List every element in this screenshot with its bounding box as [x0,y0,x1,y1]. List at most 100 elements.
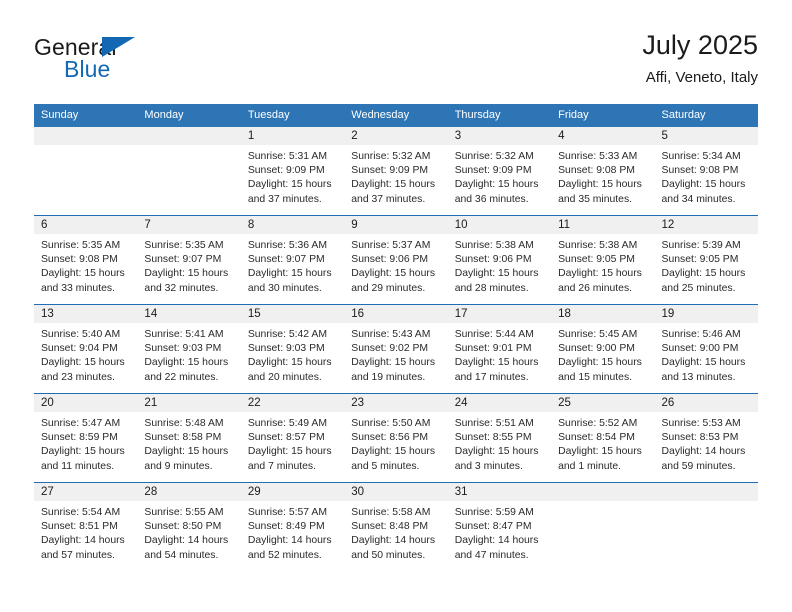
day-details: Sunrise: 5:44 AM Sunset: 9:01 PM Daylight:… [448,323,551,385]
daylight-text-cont: and 28 minutes. [454,282,529,294]
calendar-day-cell[interactable]: 31 Sunrise: 5:59 AM Sunset: 8:47 PM Dayligh… [447,482,552,571]
calendar-day-cell[interactable]: 14 Sunrise: 5:41 AM Sunset: 9:03 PM Dayligh… [137,304,241,394]
sunset-text: Sunset: 9:05 PM [558,254,635,266]
daylight-text: Daylight: 15 hours [351,357,436,369]
day-number [137,127,241,145]
calendar-day-cell[interactable]: 7 Sunrise: 5:35 AM Sunset: 9:07 PM Daylight… [137,215,241,305]
sunset-text: Sunset: 9:00 PM [558,343,635,355]
calendar-day-cell[interactable]: 13 Sunrise: 5:40 AM Sunset: 9:04 PM Dayligh… [34,304,138,394]
calendar-day-cell[interactable]: 15 Sunrise: 5:42 AM Sunset: 9:03 PM Dayligh… [240,304,345,394]
calendar-day-cell[interactable]: 6 Sunrise: 5:35 AM Sunset: 9:08 PM Daylight… [34,215,138,305]
calendar-day-cell[interactable]: 20 Sunrise: 5:47 AM Sunset: 8:59 PM Dayligh… [34,393,138,483]
daylight-text: Daylight: 15 hours [558,446,642,458]
calendar-day-cell[interactable]: 30 Sunrise: 5:58 AM Sunset: 8:48 PM Dayligh… [344,482,448,571]
calendar-week-row: 27 Sunrise: 5:54 AM Sunset: 8:51 PM Dayligh… [34,482,758,571]
day-details: Sunrise: 5:35 AM Sunset: 9:07 PM Daylight:… [137,234,240,296]
calendar-day-cell[interactable]: 25 Sunrise: 5:52 AM Sunset: 8:54 PM Dayligh… [551,393,655,483]
day-details: Sunrise: 5:41 AM Sunset: 9:03 PM Daylight:… [137,323,240,385]
calendar-day-cell[interactable]: 11 Sunrise: 5:38 AM Sunset: 9:05 PM Dayligh… [551,215,655,305]
calendar-day-cell[interactable]: 5 Sunrise: 5:34 AM Sunset: 9:08 PM Daylight… [654,127,758,216]
day-number: 3 [447,127,552,145]
sunset-text: Sunset: 8:56 PM [351,432,429,444]
sunset-text: Sunset: 9:07 PM [144,254,222,266]
sunrise-text: Sunrise: 5:46 AM [661,329,741,340]
sunrise-text: Sunrise: 5:57 AM [247,507,327,518]
calendar-day-cell[interactable]: 3 Sunrise: 5:32 AM Sunset: 9:09 PM Daylight… [447,127,552,216]
page-title: July 2025 [642,30,758,60]
daylight-text-cont: and 37 minutes. [247,193,322,205]
day-number: 5 [654,127,758,145]
calendar-day-cell[interactable]: 12 Sunrise: 5:39 AM Sunset: 9:05 PM Dayligh… [654,215,758,305]
general-blue-logo[interactable]: General Blue [34,34,244,92]
calendar-day-cell[interactable]: 26 Sunrise: 5:53 AM Sunset: 8:53 PM Dayligh… [654,393,758,483]
day-number: 7 [137,216,241,234]
daylight-text-cont: and 26 minutes. [558,282,633,294]
calendar-day-cell[interactable]: 9 Sunrise: 5:37 AM Sunset: 9:06 PM Daylight… [344,215,448,305]
sunset-text: Sunset: 9:08 PM [661,165,739,177]
sunset-text: Sunset: 9:04 PM [41,343,118,355]
calendar-day-cell[interactable]: 22 Sunrise: 5:49 AM Sunset: 8:57 PM Dayligh… [240,393,345,483]
calendar-day-cell-empty [34,127,138,216]
daylight-text-cont: and 52 minutes. [247,549,322,561]
sunrise-text: Sunrise: 5:49 AM [247,418,327,429]
sunrise-text: Sunrise: 5:44 AM [454,329,534,340]
sunrise-text: Sunrise: 5:59 AM [454,507,534,518]
daylight-text: Daylight: 15 hours [558,357,642,369]
weekday-header-saturday: Saturday [654,104,758,127]
daylight-text: Daylight: 15 hours [454,179,539,191]
calendar-day-cell[interactable]: 4 Sunrise: 5:33 AM Sunset: 9:08 PM Daylight… [551,127,655,216]
calendar-day-cell[interactable]: 8 Sunrise: 5:36 AM Sunset: 9:07 PM Daylight… [240,215,345,305]
day-details: Sunrise: 5:57 AM Sunset: 8:49 PM Daylight:… [241,501,344,563]
weekday-header-thursday: Thursday [447,104,552,127]
day-details: Sunrise: 5:37 AM Sunset: 9:06 PM Daylight:… [344,234,447,296]
calendar-day-cell[interactable]: 16 Sunrise: 5:43 AM Sunset: 9:02 PM Dayligh… [344,304,448,394]
calendar-header-row: Sunday Monday Tuesday Wednesday Thursday Frid… [34,104,758,127]
calendar-week-row: 13 Sunrise: 5:40 AM Sunset: 9:04 PM Dayligh… [34,304,758,394]
sunrise-text: Sunrise: 5:54 AM [41,507,121,518]
daylight-text: Daylight: 15 hours [558,179,642,191]
calendar-day-cell[interactable]: 10 Sunrise: 5:38 AM Sunset: 9:06 PM Dayligh… [447,215,552,305]
daylight-text-cont: and 57 minutes. [41,549,115,561]
day-details: Sunrise: 5:46 AM Sunset: 9:00 PM Daylight:… [655,323,758,385]
daylight-text: Daylight: 15 hours [41,357,125,369]
day-number: 12 [654,216,758,234]
calendar-day-cell[interactable]: 17 Sunrise: 5:44 AM Sunset: 9:01 PM Dayligh… [447,304,552,394]
daylight-text: Daylight: 14 hours [41,535,125,547]
calendar-day-cell[interactable]: 24 Sunrise: 5:51 AM Sunset: 8:55 PM Dayligh… [447,393,552,483]
calendar-day-cell[interactable]: 21 Sunrise: 5:48 AM Sunset: 8:58 PM Dayligh… [137,393,241,483]
day-details: Sunrise: 5:51 AM Sunset: 8:55 PM Daylight:… [448,412,551,474]
calendar-day-cell-empty [551,482,655,571]
day-details: Sunrise: 5:49 AM Sunset: 8:57 PM Daylight:… [241,412,344,474]
day-number [34,127,138,145]
daylight-text-cont: and 30 minutes. [247,282,322,294]
sunset-text: Sunset: 9:08 PM [558,165,635,177]
daylight-text: Daylight: 15 hours [247,446,332,458]
calendar-day-cell-empty [654,482,758,571]
daylight-text: Daylight: 15 hours [144,357,229,369]
sunset-text: Sunset: 8:48 PM [351,521,429,533]
daylight-text-cont: and 11 minutes. [41,460,115,472]
sunset-text: Sunset: 9:06 PM [454,254,532,266]
calendar-day-cell[interactable]: 19 Sunrise: 5:46 AM Sunset: 9:00 PM Dayligh… [654,304,758,394]
calendar-day-cell[interactable]: 2 Sunrise: 5:32 AM Sunset: 9:09 PM Daylight… [344,127,448,216]
day-details: Sunrise: 5:50 AM Sunset: 8:56 PM Daylight:… [344,412,447,474]
daylight-text: Daylight: 15 hours [454,446,539,458]
daylight-text: Daylight: 15 hours [454,268,539,280]
calendar-day-cell[interactable]: 27 Sunrise: 5:54 AM Sunset: 8:51 PM Dayligh… [34,482,138,571]
daylight-text-cont: and 29 minutes. [351,282,426,294]
daylight-text-cont: and 1 minute. [558,460,622,472]
calendar-day-cell-empty [137,127,241,216]
calendar-day-cell[interactable]: 23 Sunrise: 5:50 AM Sunset: 8:56 PM Dayligh… [344,393,448,483]
daylight-text-cont: and 34 minutes. [661,193,736,205]
calendar-day-cell[interactable]: 18 Sunrise: 5:45 AM Sunset: 9:00 PM Dayligh… [551,304,655,394]
calendar-day-cell[interactable]: 29 Sunrise: 5:57 AM Sunset: 8:49 PM Dayligh… [240,482,345,571]
weekday-header-monday: Monday [137,104,241,127]
day-number: 21 [137,394,241,412]
weekday-header-tuesday: Tuesday [240,104,345,127]
calendar-day-cell[interactable]: 1 Sunrise: 5:31 AM Sunset: 9:09 PM Daylight… [240,127,345,216]
sunset-text: Sunset: 9:09 PM [351,165,429,177]
daylight-text-cont: and 22 minutes. [144,371,219,383]
daylight-text-cont: and 54 minutes. [144,549,219,561]
sunset-text: Sunset: 9:09 PM [247,165,325,177]
calendar-day-cell[interactable]: 28 Sunrise: 5:55 AM Sunset: 8:50 PM Dayligh… [137,482,241,571]
